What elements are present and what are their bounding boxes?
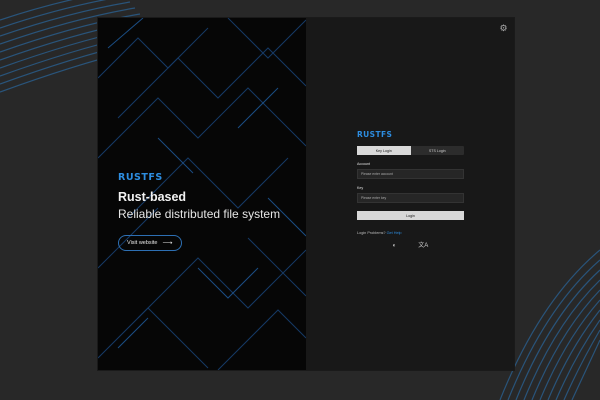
login-problems-text: Login Problems? Get Help bbox=[357, 231, 464, 235]
theme-toggle-icon[interactable]: ◐ bbox=[393, 243, 397, 249]
key-input[interactable]: Please enter key bbox=[357, 193, 464, 203]
account-input[interactable]: Please enter account bbox=[357, 169, 464, 179]
visit-website-button[interactable]: Visit website ⟶ bbox=[118, 235, 182, 251]
login-problems-label: Login Problems? bbox=[357, 231, 386, 235]
gear-icon[interactable]: ⚙ bbox=[499, 24, 508, 33]
login-button[interactable]: Login bbox=[357, 211, 464, 220]
language-icon[interactable]: 文A bbox=[418, 243, 428, 249]
login-window: RUSTFS Rust-based Reliable distributed f… bbox=[98, 18, 514, 370]
login-tabs: Key Login STS Login bbox=[357, 146, 464, 155]
arrow-right-icon: ⟶ bbox=[162, 239, 173, 247]
rustfs-logo: RUSTFS bbox=[118, 172, 163, 183]
hero-panel: RUSTFS Rust-based Reliable distributed f… bbox=[98, 18, 306, 370]
visit-website-label: Visit website bbox=[127, 240, 158, 246]
hero-title: Rust-based bbox=[118, 190, 187, 204]
get-help-link[interactable]: Get Help bbox=[387, 231, 402, 235]
login-panel: ⚙ RUSTFS Key Login STS Login Account Ple… bbox=[306, 18, 514, 370]
login-form: RUSTFS Key Login STS Login Account Pleas… bbox=[357, 130, 464, 249]
footer-icons: ◐ 文A bbox=[357, 243, 464, 249]
account-label: Account bbox=[357, 162, 370, 166]
rustfs-logo: RUSTFS bbox=[357, 130, 393, 139]
key-label: Key bbox=[357, 186, 364, 190]
hero-subtitle: Reliable distributed file system bbox=[118, 207, 281, 221]
tab-key-login[interactable]: Key Login bbox=[357, 146, 411, 155]
tab-sts-login[interactable]: STS Login bbox=[411, 146, 465, 155]
